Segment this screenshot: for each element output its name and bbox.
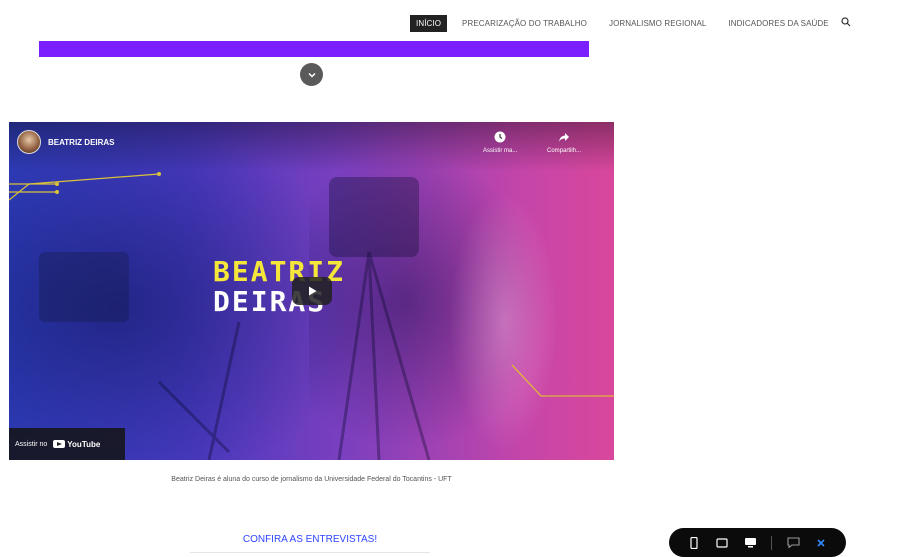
- close-icon[interactable]: [810, 533, 832, 553]
- interviews-link[interactable]: CONFIRA AS ENTREVISTAS!: [210, 534, 410, 545]
- search-icon[interactable]: [841, 16, 851, 30]
- watch-on-label: Assistir no: [15, 440, 48, 448]
- nav-item-precarizacao[interactable]: PRECARIZAÇÃO DO TRABALHO: [462, 19, 587, 28]
- watch-later-label: Assistir ma...: [483, 148, 518, 154]
- toolbar-separator: [771, 535, 772, 550]
- youtube-logo: YouTube: [53, 440, 100, 449]
- comment-icon[interactable]: [782, 533, 804, 553]
- clock-icon: [493, 130, 507, 144]
- share-button[interactable]: Compartilh...: [547, 130, 581, 154]
- nav-item-indicadores-saude[interactable]: INDICADORES DA SAÚDE: [728, 19, 828, 28]
- share-icon: [557, 130, 571, 144]
- channel-name[interactable]: BEATRIZ DEIRAS: [48, 138, 115, 147]
- play-icon: [309, 286, 317, 296]
- video-caption: Beatriz Deiras é aluna do curso de jorna…: [171, 476, 452, 483]
- nav-item-jornalismo-regional[interactable]: JORNALISMO REGIONAL: [609, 19, 706, 28]
- top-nav: INÍCIO PRECARIZAÇÃO DO TRABALHO JORNALIS…: [410, 13, 900, 33]
- play-button[interactable]: [292, 277, 332, 305]
- youtube-video-player[interactable]: BEATRIZ DEIRAS Assistir ma... Compartilh…: [9, 122, 614, 460]
- device-preview-toolbar: [669, 528, 846, 557]
- watch-on-youtube-button[interactable]: Assistir no YouTube: [9, 428, 125, 460]
- watch-later-button[interactable]: Assistir ma...: [483, 130, 517, 154]
- channel-avatar[interactable]: [17, 130, 41, 154]
- divider: [190, 552, 430, 553]
- mobile-icon[interactable]: [683, 533, 705, 553]
- tablet-icon[interactable]: [711, 533, 733, 553]
- channel-info[interactable]: BEATRIZ DEIRAS: [17, 130, 115, 154]
- youtube-icon: [53, 440, 66, 448]
- nav-item-inicio[interactable]: INÍCIO: [410, 14, 448, 32]
- chevron-down-icon: [307, 72, 316, 78]
- desktop-icon[interactable]: [739, 533, 761, 553]
- youtube-label: YouTube: [67, 439, 101, 449]
- scroll-down-button[interactable]: [300, 63, 323, 86]
- share-label: Compartilh...: [547, 148, 582, 154]
- accent-banner: [39, 41, 589, 57]
